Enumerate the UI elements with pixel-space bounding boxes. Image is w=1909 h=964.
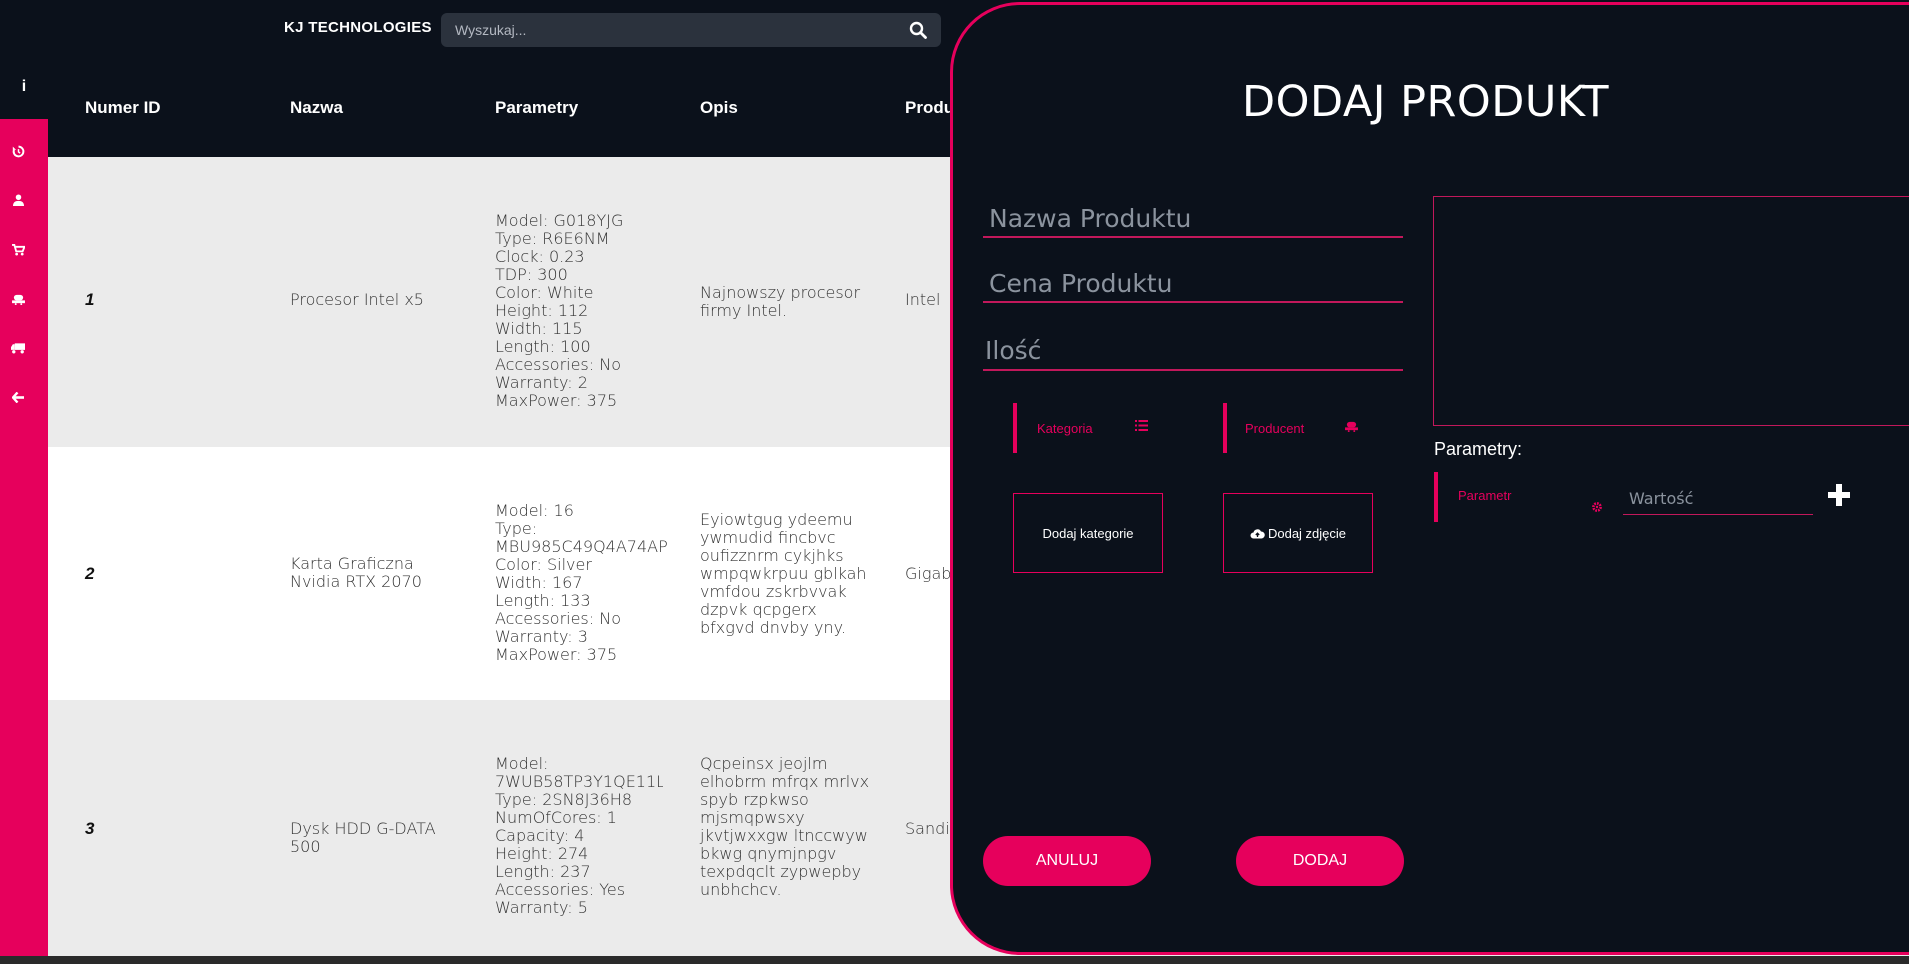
parameters-heading: Parametry: bbox=[1434, 439, 1523, 459]
manufacturer-icon[interactable] bbox=[0, 285, 36, 313]
row-name: Dysk HDD G-DATA 500 bbox=[290, 819, 436, 856]
producer-select-label: Producent bbox=[1245, 420, 1305, 436]
sidebar: i bbox=[0, 0, 48, 964]
manufacturer-icon bbox=[1345, 421, 1358, 432]
row-description: Qcpeinsx jeojlm elhobrm mfrqx mrlvx spyb… bbox=[700, 754, 870, 899]
cart-icon[interactable] bbox=[0, 236, 36, 264]
user-icon[interactable] bbox=[0, 186, 36, 214]
add-parameter-plus-icon[interactable] bbox=[1828, 479, 1850, 511]
row-name: Procesor Intel x5 bbox=[290, 290, 424, 309]
search-bar bbox=[441, 13, 941, 47]
truck-icon[interactable] bbox=[0, 334, 36, 362]
row-id: 1 bbox=[85, 290, 95, 309]
column-header-name[interactable]: Nazwa bbox=[290, 98, 343, 118]
add-category-button[interactable]: Dodaj kategorie bbox=[1013, 493, 1163, 573]
row-id: 3 bbox=[85, 819, 95, 838]
taskbar-strip bbox=[0, 956, 1909, 964]
history-icon[interactable] bbox=[0, 137, 36, 165]
column-header-description[interactable]: Opis bbox=[700, 98, 738, 118]
product-price-field[interactable] bbox=[983, 265, 1403, 303]
sidebar-nav bbox=[0, 119, 48, 964]
parameter-select[interactable]: Parametr bbox=[1434, 472, 1624, 522]
add-image-button[interactable]: Dodaj zdjęcie bbox=[1223, 493, 1373, 573]
arrow-left-icon[interactable] bbox=[0, 383, 36, 411]
brand-logo: KJ TECHNOLOGIES bbox=[284, 19, 432, 36]
row-description: Eyiowtgug ydeemu ywmudid fincbvc oufizzn… bbox=[700, 510, 867, 637]
modal-title: DODAJ PRODUKT bbox=[1242, 77, 1609, 127]
column-header-producer[interactable]: Produ bbox=[905, 98, 954, 118]
category-select[interactable]: Kategoria bbox=[1013, 403, 1163, 453]
add-product-modal: DODAJ PRODUKT Kategoria Producent Dodaj … bbox=[950, 2, 1909, 955]
producer-select[interactable]: Producent bbox=[1223, 403, 1373, 453]
cloud-upload-icon bbox=[1250, 528, 1265, 538]
search-icon[interactable] bbox=[909, 21, 927, 39]
row-params: Model: 7WUB58TP3Y1QE11L1 Type: 2SN8J36H8… bbox=[495, 755, 663, 917]
row-id: 2 bbox=[85, 564, 95, 583]
gear-icon bbox=[1592, 502, 1602, 512]
search-input[interactable] bbox=[455, 13, 895, 47]
category-select-label: Kategoria bbox=[1037, 420, 1093, 436]
list-icon bbox=[1135, 420, 1148, 431]
cancel-button[interactable]: ANULUJ bbox=[983, 836, 1151, 886]
parameter-value-field[interactable] bbox=[1623, 483, 1813, 515]
row-params: Model: G018YJG Type: R6E6NM Clock: 0.23 … bbox=[495, 212, 624, 410]
info-icon[interactable]: i bbox=[0, 62, 48, 112]
product-description-textarea[interactable] bbox=[1433, 196, 1909, 426]
column-header-id[interactable]: Numer ID bbox=[85, 98, 161, 118]
row-description: Najnowszy procesor firmy Intel. bbox=[700, 283, 861, 320]
row-params: Model: 16 Type: MBU985C49Q4A74AP Color: … bbox=[495, 502, 667, 664]
add-product-button[interactable]: DODAJ bbox=[1236, 836, 1404, 886]
product-name-field[interactable] bbox=[983, 200, 1403, 238]
product-quantity-field[interactable] bbox=[983, 331, 1403, 371]
row-name: Karta Graficzna Nvidia RTX 2070 bbox=[290, 554, 422, 591]
column-header-params[interactable]: Parametry bbox=[495, 98, 578, 118]
